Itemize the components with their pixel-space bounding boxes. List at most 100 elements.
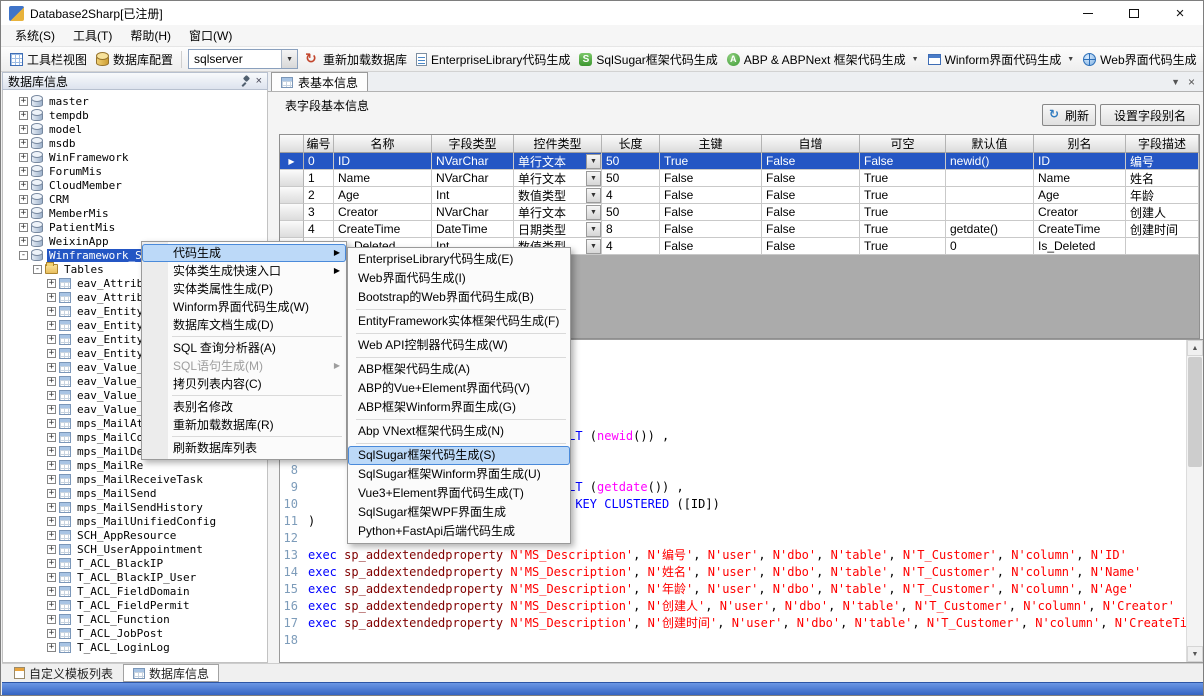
combo-dropdown-button[interactable]: ▼ [586, 154, 601, 169]
sub-abp-codegen[interactable]: ABP框架代码生成(A) [348, 360, 570, 379]
combo-dropdown-button[interactable]: ▼ [586, 188, 601, 203]
expander-icon[interactable]: + [47, 419, 56, 428]
column-header-nullable[interactable]: 可空 [860, 135, 946, 153]
ctx-refresh-database-list[interactable]: 刷新数据库列表 [142, 439, 346, 457]
panel-close-icon[interactable]: × [256, 76, 262, 87]
enterpriselibrary-codegen-button[interactable]: EnterpriseLibrary代码生成 [412, 48, 574, 70]
cell-ctype-1[interactable]: 单行文本▼ [514, 170, 602, 187]
sub-python-fastapi-backend-gen[interactable]: Python+FastApi后端代码生成 [348, 522, 570, 541]
sub-sqlsugar-codegen[interactable]: SqlSugar框架代码生成(S) [348, 446, 570, 465]
expander-icon[interactable]: + [19, 97, 28, 106]
expander-icon[interactable]: + [47, 279, 56, 288]
combo-dropdown-button[interactable]: ▼ [586, 222, 601, 237]
expander-icon[interactable]: + [47, 335, 56, 344]
expander-icon[interactable]: + [47, 573, 56, 582]
sub-abp-winform-ui-gen[interactable]: ABP框架Winform界面生成(G) [348, 398, 570, 417]
expander-icon[interactable]: + [19, 195, 28, 204]
tree-item-crm[interactable]: +CRM [3, 192, 267, 206]
cell-ctype-4[interactable]: 日期类型▼ [514, 221, 602, 238]
row-header-3[interactable] [280, 204, 304, 221]
row-header-0[interactable]: ▶ [280, 153, 304, 170]
sub-sqlsugar-wpf-ui-gen[interactable]: SqlSugar框架WPF界面生成 [348, 503, 570, 522]
expander-icon[interactable]: + [47, 307, 56, 316]
cell-ctype-0[interactable]: 单行文本▼ [514, 153, 602, 170]
expander-icon[interactable]: + [47, 643, 56, 652]
expander-icon[interactable]: + [47, 293, 56, 302]
expander-icon[interactable]: + [47, 321, 56, 330]
reload-database-button[interactable]: 重新加载数据库 [301, 48, 411, 70]
sub-webapi-controller-codegen[interactable]: Web API控制器代码生成(W) [348, 336, 570, 355]
expander-icon[interactable]: + [47, 405, 56, 414]
sub-abp-vnext-codegen[interactable]: Abp VNext框架代码生成(N) [348, 422, 570, 441]
tree-item-winframework[interactable]: +WinFramework [3, 150, 267, 164]
web-ui-codegen-button[interactable]: Web界面代码生成▼ [1079, 48, 1203, 70]
maximize-button[interactable] [1111, 1, 1157, 25]
combo-dropdown-button[interactable]: ▼ [586, 205, 601, 220]
sub-enterpriselibrary-codegen[interactable]: EnterpriseLibrary代码生成(E) [348, 250, 570, 269]
toolbar-view-button[interactable]: 工具栏视图 [6, 48, 91, 70]
expander-icon[interactable]: + [19, 167, 28, 176]
grid-row-3[interactable]: 3CreatorNVarChar单行文本▼50FalseFalseTrueCre… [280, 204, 1199, 221]
column-header-def[interactable]: 默认值 [946, 135, 1034, 153]
tree-item-master[interactable]: +master [3, 94, 267, 108]
tree-item-mps-mailsendhistory[interactable]: +mps_MailSendHistory [3, 500, 267, 514]
scroll-down-icon[interactable]: ▼ [1187, 646, 1203, 662]
sub-vue3-element-ui-codegen[interactable]: Vue3+Element界面代码生成(T) [348, 484, 570, 503]
tree-item-mps-mailre[interactable]: +mps_MailRe [3, 458, 267, 472]
expander-icon[interactable]: + [47, 601, 56, 610]
tree-item-membermis[interactable]: +MemberMis [3, 206, 267, 220]
scrollbar-thumb[interactable] [1188, 357, 1202, 467]
expander-icon[interactable]: + [47, 615, 56, 624]
expander-icon[interactable]: + [47, 559, 56, 568]
tree-item-model[interactable]: +model [3, 122, 267, 136]
column-header-num[interactable]: 编号 [304, 135, 334, 153]
grid-row-1[interactable]: 1NameNVarChar单行文本▼50FalseFalseTrueName姓名 [280, 170, 1199, 187]
expander-icon[interactable]: + [19, 181, 28, 190]
tree-item-msdb[interactable]: +msdb [3, 136, 267, 150]
ctx-entity-class-quick-entry[interactable]: 实体类生成快速入口▶ [142, 262, 346, 280]
ctx-reload-database[interactable]: 重新加载数据库(R) [142, 416, 346, 434]
ctx-code-generation[interactable]: 代码生成▶ [142, 244, 346, 262]
sub-sqlsugar-winform-ui-gen[interactable]: SqlSugar框架Winform界面生成(U) [348, 465, 570, 484]
sub-entityframework-codegen[interactable]: EntityFramework实体框架代码生成(F) [348, 312, 570, 331]
expander-icon[interactable]: + [47, 363, 56, 372]
menu-help[interactable]: 帮助(H) [121, 24, 180, 47]
expander-icon[interactable]: + [19, 111, 28, 120]
tree-item-sch-appresource[interactable]: +SCH_AppResource [3, 528, 267, 542]
close-button[interactable]: × [1157, 1, 1203, 25]
menu-system[interactable]: 系统(S) [6, 24, 64, 47]
grid-row-2[interactable]: 2AgeInt数值类型▼4FalseFalseTrueAge年龄 [280, 187, 1199, 204]
expander-icon[interactable]: + [47, 461, 56, 470]
expander-icon[interactable]: - [19, 251, 28, 260]
abp-abpnext-codegen-button[interactable]: ABP & ABPNext 框架代码生成▼ [723, 48, 923, 70]
winform-ui-codegen-button[interactable]: Winform界面代码生成▼ [924, 48, 1079, 70]
set-field-alias-button[interactable]: 设置字段别名 [1100, 104, 1200, 126]
combo-dropdown-button[interactable]: ▼ [586, 171, 601, 186]
expander-icon[interactable]: + [47, 377, 56, 386]
tree-item-cloudmember[interactable]: +CloudMember [3, 178, 267, 192]
cell-ctype-2[interactable]: 数值类型▼ [514, 187, 602, 204]
column-header-ftype[interactable]: 字段类型 [432, 135, 514, 153]
expander-icon[interactable]: + [19, 209, 28, 218]
auto-hide-pin-icon[interactable] [241, 76, 251, 87]
sub-web-ui-codegen[interactable]: Web界面代码生成(I) [348, 269, 570, 288]
expander-icon[interactable]: + [47, 447, 56, 456]
column-header-alias[interactable]: 别名 [1034, 135, 1126, 153]
tree-item-t-acl-function[interactable]: +T_ACL_Function [3, 612, 267, 626]
tree-item-t-acl-blackip[interactable]: +T_ACL_BlackIP [3, 556, 267, 570]
tree-item-t-acl-fieldpermit[interactable]: +T_ACL_FieldPermit [3, 598, 267, 612]
tree-item-t-acl-blackip-user[interactable]: +T_ACL_BlackIP_User [3, 570, 267, 584]
sub-abp-vue-element-ui-code[interactable]: ABP的Vue+Element界面代码(V) [348, 379, 570, 398]
expander-icon[interactable]: - [33, 265, 42, 274]
expander-icon[interactable]: + [19, 153, 28, 162]
tree-item-t-acl-fielddomain[interactable]: +T_ACL_FieldDomain [3, 584, 267, 598]
tab-list-dropdown-icon[interactable]: ▼ [1171, 77, 1180, 87]
expander-icon[interactable]: + [47, 489, 56, 498]
ctx-winform-ui-codegen[interactable]: Winform界面代码生成(W) [142, 298, 346, 316]
ctx-copy-list-content[interactable]: 拷贝列表内容(C) [142, 375, 346, 393]
menu-window[interactable]: 窗口(W) [180, 24, 241, 47]
minimize-button[interactable] [1065, 1, 1111, 25]
expander-icon[interactable]: + [19, 125, 28, 134]
expander-icon[interactable]: + [19, 223, 28, 232]
scroll-up-icon[interactable]: ▲ [1187, 340, 1203, 356]
